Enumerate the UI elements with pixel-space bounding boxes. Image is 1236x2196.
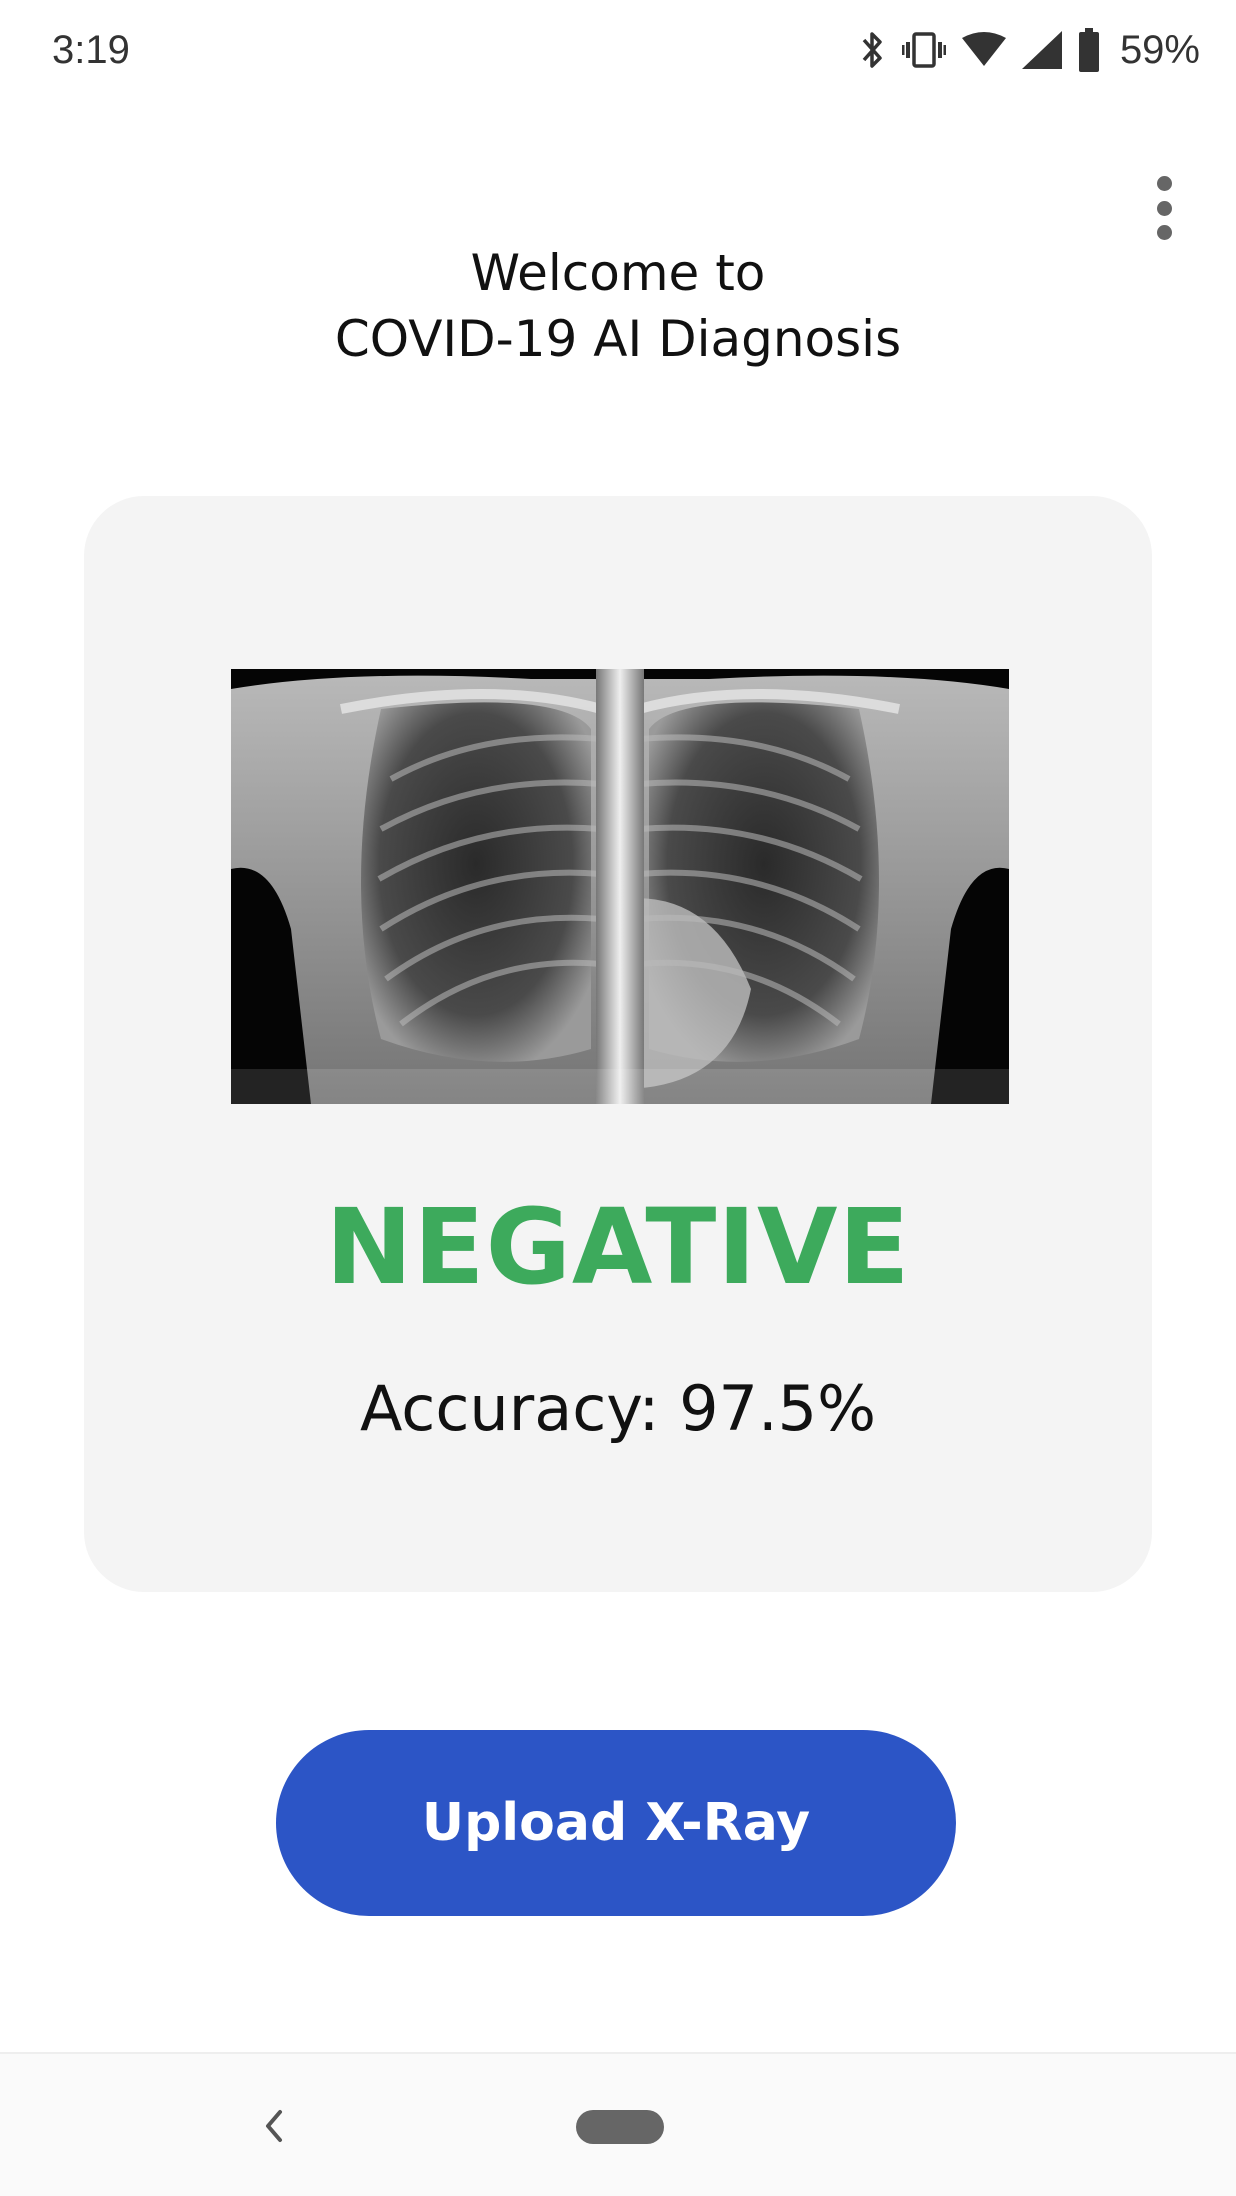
- accuracy-text: Accuracy: 97.5%: [359, 1372, 877, 1445]
- battery-percent: 59%: [1119, 27, 1200, 72]
- xray-image: [231, 669, 1009, 1104]
- app-screen: 3:19 59% Welcome to COVID-19 AI Diagnosi…: [0, 0, 1236, 2196]
- result-card: NEGATIVE Accuracy: 97.5%: [84, 496, 1152, 1592]
- more-vert-icon[interactable]: [1152, 176, 1176, 240]
- back-chevron-icon[interactable]: [256, 2104, 292, 2148]
- bluetooth-icon: [860, 28, 886, 72]
- page-title: Welcome to COVID-19 AI Diagnosis: [0, 240, 1236, 372]
- diagnosis-result: NEGATIVE: [325, 1186, 911, 1308]
- wifi-icon: [961, 32, 1006, 68]
- upload-xray-button[interactable]: Upload X-Ray: [276, 1730, 956, 1916]
- cell-signal-icon: [1021, 31, 1062, 69]
- title-line-1: Welcome to: [470, 244, 766, 302]
- vibrate-icon: [901, 30, 946, 70]
- title-line-2: COVID-19 AI Diagnosis: [334, 310, 902, 368]
- home-pill-icon[interactable]: [576, 2110, 664, 2144]
- menu-dot: [1156, 225, 1172, 240]
- status-time: 3:19: [52, 28, 130, 72]
- navigation-bar: [0, 2052, 1236, 2196]
- menu-dot: [1156, 200, 1172, 216]
- status-bar: 3:19 59%: [0, 0, 1236, 104]
- battery-icon: [1078, 28, 1100, 72]
- menu-dot: [1156, 176, 1172, 191]
- status-icons: 59%: [860, 26, 1200, 74]
